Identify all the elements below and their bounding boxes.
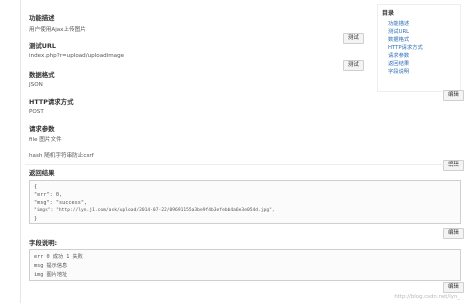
params-label: 请求参数: [29, 125, 55, 133]
toc-item-method[interactable]: HTTP请求方式: [388, 44, 423, 52]
code-line: "msg": "success",: [34, 200, 88, 206]
url-label: 测试URL: [29, 42, 56, 50]
code-line: }: [34, 216, 38, 222]
toc-item-desc[interactable]: 功能描述: [388, 20, 423, 28]
table-of-contents: 目录 功能描述 测试URL 数据格式 HTTP请求方式 请求参数 返回结果 字段…: [377, 4, 461, 92]
toc-item-fields[interactable]: 字段说明: [388, 68, 423, 76]
toc-item-params[interactable]: 请求参数: [388, 52, 423, 60]
param-hash: hash 随机字符串防止csrf: [29, 153, 94, 159]
fields-code-block: err 0 成功 1 失败 msg 提示信息 img 图片地址: [29, 249, 461, 281]
field-line: img 图片地址: [34, 272, 68, 278]
code-line: "imgs": "http://lyn.j1.com/ask/upload/20…: [34, 208, 275, 213]
toc-item-format[interactable]: 数据格式: [388, 36, 423, 44]
field-line: msg 提示信息: [34, 263, 68, 269]
field-line: err 0 成功 1 失败: [34, 254, 83, 260]
code-line: "err": 0,: [34, 192, 63, 198]
desc-value: 用户使用Ajax上传图片: [29, 27, 86, 33]
code-line: {: [34, 184, 38, 190]
edit-button-1[interactable]: 编辑: [443, 90, 464, 101]
toc-title: 目录: [382, 10, 395, 17]
divider: [25, 164, 462, 165]
format-value: JSON: [29, 82, 43, 88]
desc-label: 功能描述: [29, 14, 55, 22]
edit-button-3[interactable]: 编辑: [443, 228, 464, 239]
result-code-block: { "err": 0, "msg": "success", "imgs": "h…: [29, 180, 461, 224]
toc-item-url[interactable]: 测试URL: [388, 28, 423, 36]
edit-button-4[interactable]: 编辑: [443, 282, 464, 293]
result-label: 返回结果: [29, 169, 55, 177]
test-button-1[interactable]: 测试: [343, 33, 364, 44]
api-doc-page: 功能描述 用户使用Ajax上传图片 测试URL index.php?r=uplo…: [20, 0, 466, 303]
edit-button-2[interactable]: 编辑: [443, 160, 464, 171]
toc-item-result[interactable]: 返回结果: [388, 60, 423, 68]
toc-list: 功能描述 测试URL 数据格式 HTTP请求方式 请求参数 返回结果 字段说明: [388, 20, 423, 76]
param-file: file 图片文件: [29, 137, 62, 143]
method-value: POST: [29, 109, 44, 115]
method-label: HTTP请求方式: [29, 98, 74, 106]
url-value: index.php?r=upload/uploadimage: [29, 53, 125, 59]
watermark: http://blog.csdn.net/lyn_: [394, 294, 460, 300]
test-button-2[interactable]: 测试: [343, 60, 364, 71]
fields-label: 字段说明:: [29, 239, 58, 247]
format-label: 数据格式: [29, 71, 55, 79]
